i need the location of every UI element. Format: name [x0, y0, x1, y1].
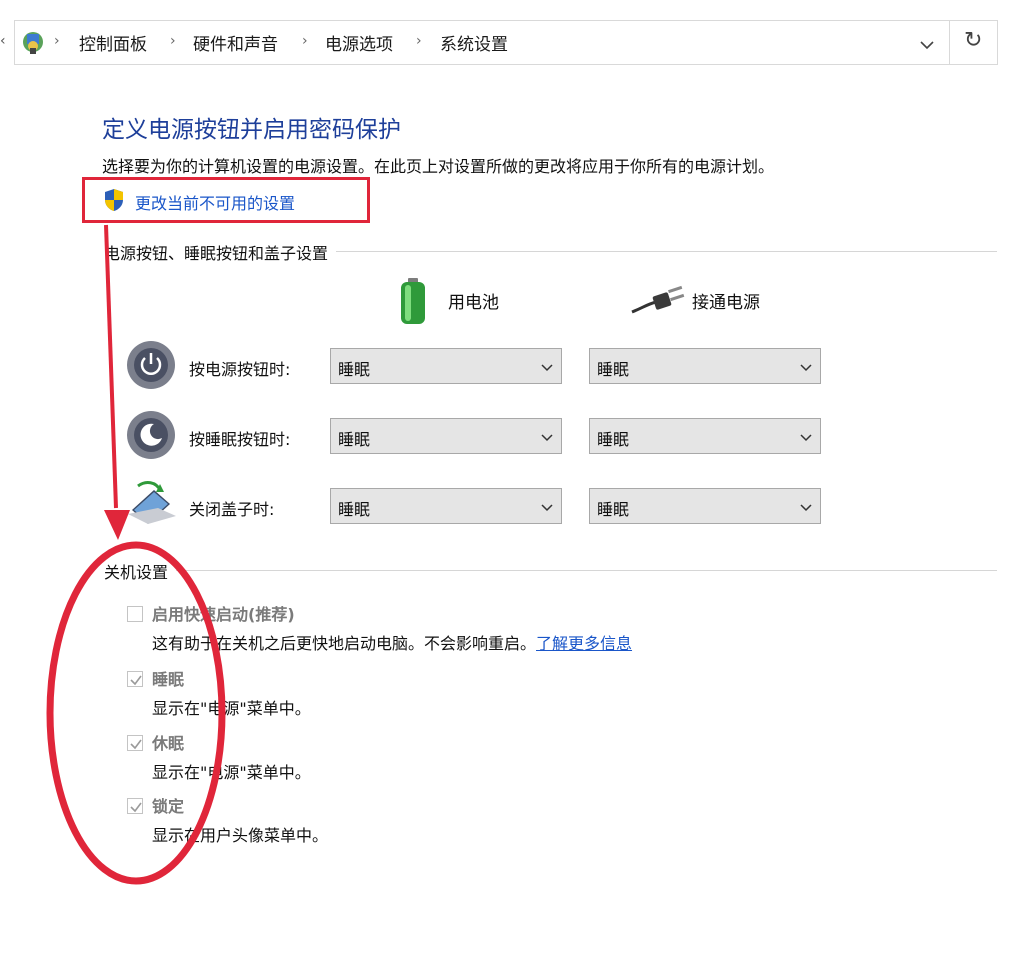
power-button-plugged-select[interactable]: 睡眠 — [589, 348, 821, 384]
select-value: 睡眠 — [597, 500, 630, 519]
learn-more-link[interactable]: 了解更多信息 — [536, 634, 632, 653]
sleep-button-plugged-select[interactable]: 睡眠 — [589, 418, 821, 454]
breadcrumb-separator: › — [54, 33, 60, 49]
row-label-power-button: 按电源按钮时: — [189, 360, 291, 379]
sleep-description: 显示在"电源"菜单中。 — [152, 699, 311, 718]
laptop-lid-icon — [124, 480, 180, 526]
chevron-down-icon — [541, 498, 553, 512]
checkmark-icon — [130, 802, 142, 813]
chevron-down-icon — [800, 428, 812, 442]
page-title: 定义电源按钮并启用密码保护 — [102, 117, 401, 143]
refresh-icon[interactable]: ↻ — [964, 28, 982, 53]
group-divider — [104, 570, 997, 571]
battery-icon — [396, 276, 430, 326]
breadcrumb-control-panel[interactable]: 控制面板 — [79, 30, 147, 55]
close-lid-battery-select[interactable]: 睡眠 — [330, 488, 562, 524]
chevron-down-icon — [800, 358, 812, 372]
page-description: 选择要为你的计算机设置的电源设置。在此页上对设置所做的更改将应用于你所有的电源计… — [102, 157, 775, 176]
lock-checkbox[interactable] — [127, 798, 143, 814]
power-button-battery-select[interactable]: 睡眠 — [330, 348, 562, 384]
select-value: 睡眠 — [597, 430, 630, 449]
sleep-button-icon — [126, 410, 176, 460]
row-label-close-lid: 关闭盖子时: — [189, 500, 275, 519]
checkmark-icon — [130, 675, 142, 686]
lock-label: 锁定 — [152, 797, 185, 816]
chevron-down-icon — [541, 358, 553, 372]
breadcrumb-separator: › — [170, 33, 176, 49]
column-on-battery: 用电池 — [448, 293, 499, 313]
select-value: 睡眠 — [338, 500, 371, 519]
shutdown-group-title: 关机设置 — [104, 559, 177, 583]
control-panel-icon — [20, 28, 46, 56]
hibernate-checkbox[interactable] — [127, 735, 143, 751]
sleep-label: 睡眠 — [152, 670, 185, 689]
sleep-checkbox[interactable] — [127, 671, 143, 687]
lock-description: 显示在用户头像菜单中。 — [152, 826, 329, 845]
close-lid-plugged-select[interactable]: 睡眠 — [589, 488, 821, 524]
select-value: 睡眠 — [597, 360, 630, 379]
breadcrumb-system-settings[interactable]: 系统设置 — [440, 30, 508, 55]
checkmark-icon — [130, 739, 142, 750]
chevron-down-icon — [800, 498, 812, 512]
chevron-down-icon — [541, 428, 553, 442]
address-dropdown-icon[interactable] — [919, 36, 935, 50]
annotation-box — [82, 177, 370, 223]
select-value: 睡眠 — [338, 430, 371, 449]
breadcrumb-separator: › — [416, 33, 422, 49]
fast-startup-label: 启用快速启动(推荐) — [152, 605, 295, 624]
row-label-sleep-button: 按睡眠按钮时: — [189, 430, 291, 449]
breadcrumb-hardware-sound[interactable]: 硬件和声音 — [193, 30, 278, 55]
sleep-button-battery-select[interactable]: 睡眠 — [330, 418, 562, 454]
fast-startup-description: 这有助于在关机之后更快地启动电脑。不会影响重启。了解更多信息 — [152, 630, 632, 654]
fast-startup-desc-text: 这有助于在关机之后更快地启动电脑。不会影响重启。 — [152, 634, 537, 653]
hibernate-description: 显示在"电源"菜单中。 — [152, 763, 311, 782]
power-plug-icon — [630, 282, 685, 316]
power-buttons-group-title: 电源按钮、睡眠按钮和盖子设置 — [104, 240, 337, 264]
column-plugged-in: 接通电源 — [692, 293, 760, 313]
power-button-icon — [126, 340, 176, 390]
fast-startup-checkbox[interactable] — [127, 606, 143, 622]
breadcrumb-power-options[interactable]: 电源选项 — [325, 30, 393, 55]
breadcrumb-separator: › — [302, 33, 308, 49]
back-arrow-icon[interactable]: ‹ — [0, 33, 8, 53]
hibernate-label: 休眠 — [152, 734, 185, 753]
select-value: 睡眠 — [338, 360, 371, 379]
